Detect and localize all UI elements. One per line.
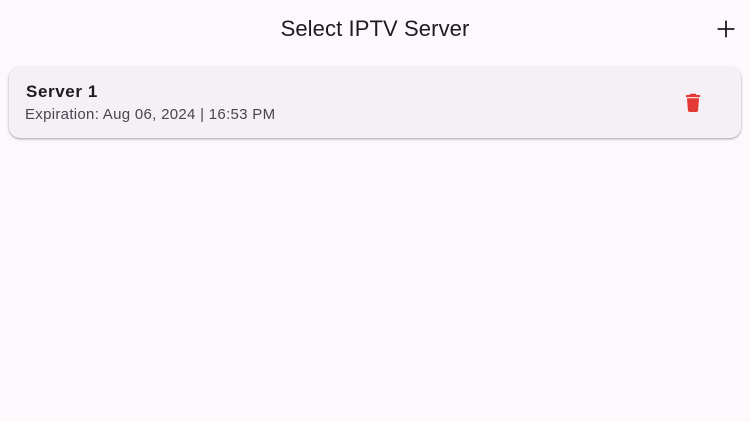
server-expiration: Expiration: Aug 06, 2024 | 16:53 PM [25,106,276,123]
trash-icon [685,93,701,112]
server-list: Server 1 Expiration: Aug 06, 2024 | 16:5… [9,67,741,138]
server-name: Server 1 [26,82,98,101]
app-bar: Select IPTV Server [0,0,750,58]
add-server-button[interactable] [708,11,744,47]
server-list-item[interactable]: Server 1 Expiration: Aug 06, 2024 | 16:5… [9,67,741,138]
page-title: Select IPTV Server [280,16,470,41]
plus-icon [717,20,735,38]
delete-server-button[interactable] [678,87,708,117]
